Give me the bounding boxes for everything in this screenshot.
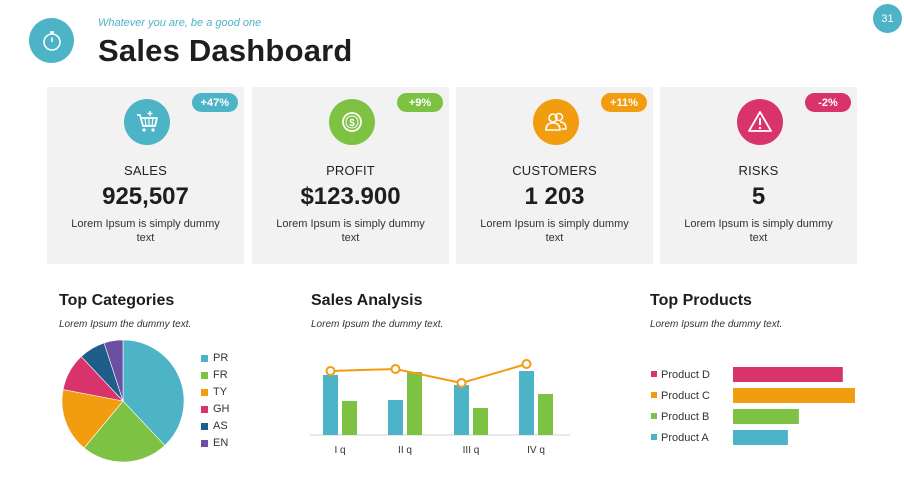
bar-teal-4 <box>519 371 534 435</box>
legend-label: PR <box>213 352 229 364</box>
product-swatch <box>651 371 657 377</box>
kpi-card-risks: -2% RISKS 5 Lorem Ipsum is simply dummy … <box>660 87 857 264</box>
kpi-label: RISKS <box>738 163 779 178</box>
top-categories-title: Top Categories <box>59 292 175 309</box>
kpi-label: PROFIT <box>326 163 375 178</box>
x-tick-label: I q <box>334 445 345 456</box>
legend-label: AS <box>213 420 228 432</box>
growth-badge: +47% <box>191 93 238 112</box>
pie-legend-item-ty: TY <box>201 386 227 398</box>
legend-label: GH <box>213 403 230 415</box>
shopping-cart-icon <box>137 111 158 132</box>
warning-icon <box>748 111 772 132</box>
dollar-coin-icon: $ <box>342 112 362 132</box>
trend-point-4 <box>521 359 532 369</box>
legend-label: TY <box>213 386 228 398</box>
kpi-icon-circle: $ <box>329 99 375 145</box>
trend-point-3 <box>456 378 467 388</box>
kpi-description: Lorem Ipsum is simply dummy text <box>276 218 425 244</box>
tagline: Whatever you are, be a good one <box>98 17 262 29</box>
legend-label: EN <box>213 437 229 449</box>
legend-swatch <box>201 354 208 362</box>
kpi-value: 1 203 <box>524 183 585 210</box>
bar-green-4 <box>538 394 553 435</box>
top-categories-pie-chart <box>61 339 185 463</box>
product-label: Product C <box>661 390 710 402</box>
top-products-subtitle: Lorem Ipsum the dummy text. <box>650 319 783 330</box>
kpi-value: 925,507 <box>102 183 189 210</box>
product-bar-b <box>733 409 799 424</box>
bar-teal-1 <box>323 375 338 435</box>
kpi-value: $123.900 <box>300 183 401 210</box>
product-bar-c <box>733 388 855 403</box>
growth-badge: -2% <box>805 93 851 112</box>
product-bar-a <box>733 430 788 445</box>
top-products-chart: Product D Product C Product B Product A <box>651 367 855 445</box>
product-label: Product B <box>661 411 709 423</box>
sales-analysis-title: Sales Analysis <box>311 292 423 309</box>
legend-swatch <box>201 371 208 379</box>
page-number: 31 <box>873 4 902 33</box>
svg-text:$: $ <box>349 118 355 129</box>
kpi-card-profit: $ +9% PROFIT $123.900 Lorem Ipsum is sim… <box>252 87 449 264</box>
product-label: Product A <box>661 432 709 444</box>
kpi-description: Lorem Ipsum is simply dummy text <box>480 218 629 244</box>
legend-swatch <box>201 422 208 430</box>
kpi-icon-circle <box>533 99 579 145</box>
legend-label: FR <box>213 369 228 381</box>
stopwatch-icon <box>42 30 61 51</box>
kpi-description: Lorem Ipsum is simply dummy text <box>71 218 220 244</box>
kpi-value: 5 <box>751 183 766 210</box>
product-label: Product D <box>661 369 710 381</box>
page-title: Sales Dashboard <box>98 33 353 68</box>
kpi-label: CUSTOMERS <box>512 163 597 178</box>
product-swatch <box>651 413 657 419</box>
top-products-title: Top Products <box>650 292 752 309</box>
trend-point-2 <box>390 364 401 374</box>
pie-legend-item-pr: PR <box>201 352 228 364</box>
trend-line <box>330 363 527 385</box>
kpi-card-customers: +11% CUSTOMERS 1 203 Lorem Ipsum is simp… <box>456 87 653 264</box>
kpi-card-sales: +47% SALES 925,507 Lorem Ipsum is simply… <box>47 87 244 264</box>
users-icon <box>545 112 567 131</box>
pie-legend-item-gh: GH <box>201 403 230 415</box>
x-tick-label: IV q <box>527 445 545 456</box>
x-tick-label: II q <box>398 445 412 456</box>
legend-swatch <box>201 388 208 396</box>
bar-green-2 <box>407 372 422 435</box>
growth-badge: +11% <box>601 93 647 112</box>
sales-analysis-subtitle: Lorem Ipsum the dummy text. <box>311 319 444 330</box>
bar-green-1 <box>342 401 357 435</box>
x-tick-label: III q <box>463 445 480 456</box>
pie-legend-item-as: AS <box>201 420 228 432</box>
kpi-icon-circle <box>737 99 783 145</box>
kpi-description: Lorem Ipsum is simply dummy text <box>684 218 833 244</box>
pie-legend-item-fr: FR <box>201 369 228 381</box>
sales-analysis-chart: I q II q III q IV q <box>310 359 570 456</box>
bar-green-3 <box>473 408 488 435</box>
product-swatch <box>651 392 657 398</box>
legend-swatch <box>201 405 208 413</box>
pie-legend-item-en: EN <box>201 437 228 449</box>
logo-badge <box>29 18 74 63</box>
product-swatch <box>651 434 657 440</box>
top-categories-subtitle: Lorem Ipsum the dummy text. <box>59 319 192 330</box>
product-bar-d <box>733 367 843 382</box>
bar-teal-3 <box>454 385 469 435</box>
growth-badge: +9% <box>397 93 443 112</box>
kpi-label: SALES <box>124 163 167 178</box>
bar-teal-2 <box>388 400 403 435</box>
trend-point-1 <box>325 366 336 376</box>
legend-swatch <box>201 439 208 447</box>
kpi-icon-circle <box>124 99 170 145</box>
